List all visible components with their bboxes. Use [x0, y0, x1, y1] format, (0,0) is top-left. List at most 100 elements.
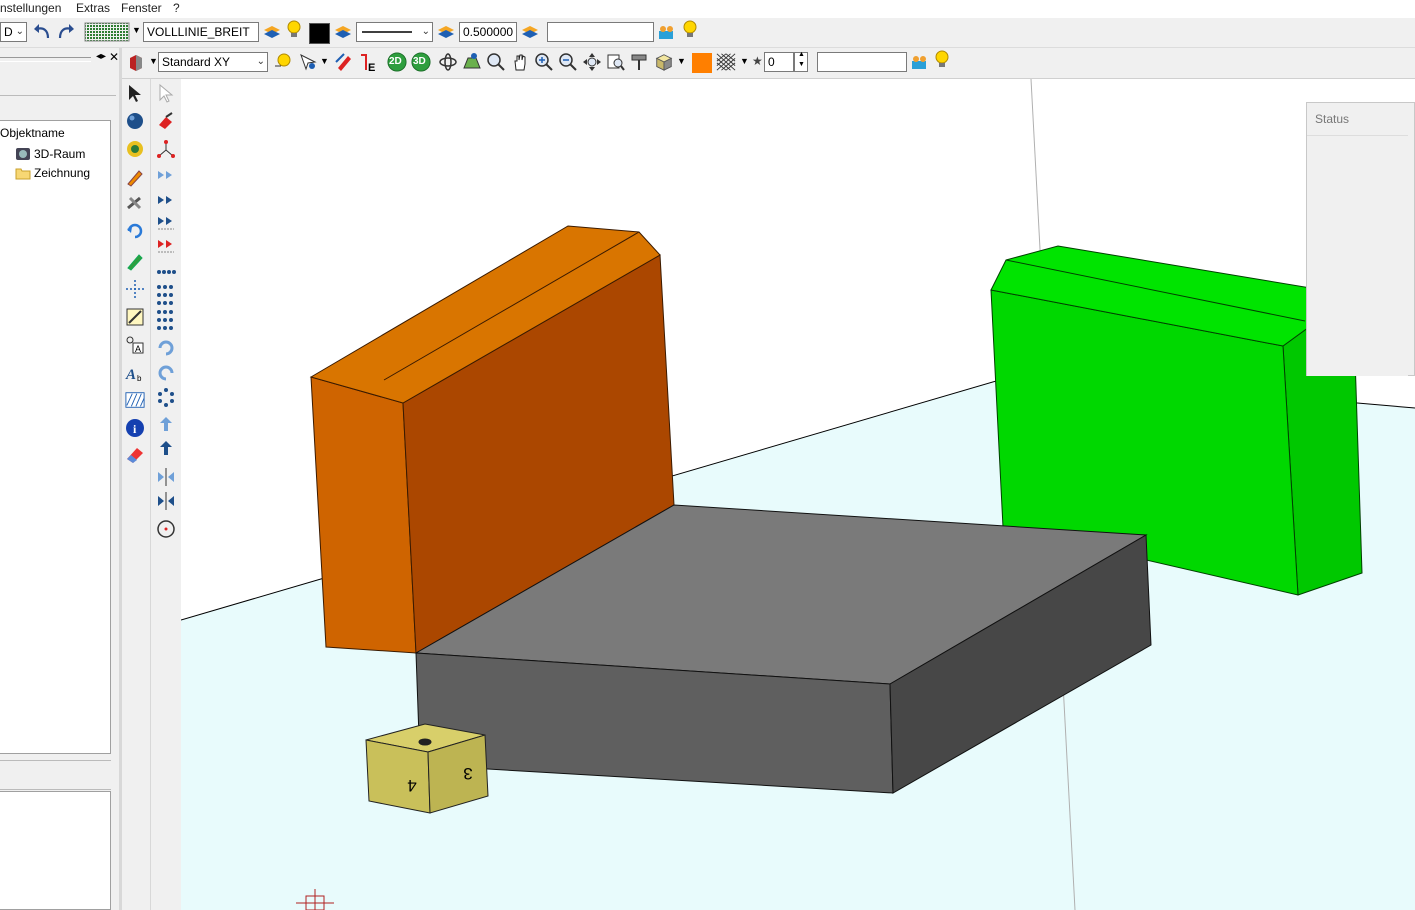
edit-e-icon[interactable]: E: [358, 52, 378, 72]
array-grid-dense-icon[interactable]: [156, 309, 176, 330]
chevron-down-icon: ⌄: [421, 26, 430, 37]
crosshair-dotted-icon[interactable]: [125, 279, 145, 299]
panel-tab-strip: [0, 760, 111, 790]
cube-icon: [16, 148, 30, 160]
hatch-icon[interactable]: [125, 390, 145, 410]
snap-tool-icon[interactable]: [298, 52, 318, 72]
layer-stack-icon[interactable]: [520, 22, 540, 42]
chevron-down-icon[interactable]: ▼: [677, 56, 686, 66]
sphere-icon[interactable]: [125, 111, 145, 131]
menu-extras[interactable]: Extras: [76, 1, 110, 15]
layer-stack-icon[interactable]: [436, 22, 456, 42]
extrude-up-icon[interactable]: [156, 439, 176, 459]
paint-roller-icon[interactable]: [630, 52, 650, 72]
view-direction-select[interactable]: Standard XY ⌄: [158, 52, 268, 72]
chevron-down-icon[interactable]: ▼: [149, 56, 158, 66]
rotate-icon[interactable]: [125, 221, 145, 241]
zoom-extents-icon[interactable]: [582, 52, 602, 72]
tree-item-3d-raum[interactable]: 3D-Raum: [15, 147, 85, 161]
color-swatch-orange[interactable]: [692, 53, 712, 73]
select-outline-icon[interactable]: [156, 83, 176, 103]
star-icon: ★: [752, 54, 763, 68]
pattern-swatch[interactable]: [84, 22, 130, 42]
green-pencil-icon[interactable]: [125, 251, 145, 271]
viewport-3d[interactable]: 4 3: [181, 79, 1415, 910]
menu-help[interactable]: ?: [173, 1, 180, 15]
move-dark-icon[interactable]: [156, 190, 176, 210]
tree-item-zeichnung[interactable]: Zeichnung: [15, 166, 90, 180]
menu-einstellungen[interactable]: nstellungen: [0, 1, 61, 15]
eraser-icon[interactable]: [125, 445, 145, 465]
color-swatch-black[interactable]: [309, 23, 330, 44]
svg-text:b: b: [137, 374, 142, 383]
target-circle-icon[interactable]: [156, 519, 176, 539]
mirror-icon[interactable]: [156, 491, 176, 511]
view-3d-button[interactable]: 3D: [411, 52, 431, 72]
scene-canvas: 4 3: [181, 79, 1415, 910]
pan-hand-icon[interactable]: [510, 52, 530, 72]
zoom-previous-icon[interactable]: [606, 52, 626, 72]
layer-stack-icon[interactable]: [333, 22, 353, 42]
text-block-icon[interactable]: A: [125, 335, 145, 355]
panel-arrows-icon[interactable]: ◂▸: [96, 51, 106, 62]
zoom-window-icon[interactable]: [486, 52, 506, 72]
copy-move-icon[interactable]: [156, 213, 176, 233]
redo-icon[interactable]: [56, 22, 76, 42]
counter-spinner[interactable]: ▲ ▼: [794, 51, 808, 72]
spin-down-icon[interactable]: ▼: [798, 61, 805, 68]
pattern-dropdown-icon[interactable]: ▼: [132, 25, 141, 35]
chevron-down-icon[interactable]: ▼: [320, 56, 329, 66]
column-header-objektname[interactable]: Objektname: [0, 126, 65, 140]
perspective-icon[interactable]: [462, 52, 482, 72]
text-style-icon[interactable]: Ab: [125, 363, 145, 383]
users-icon[interactable]: [657, 22, 677, 42]
brush-icon[interactable]: [156, 111, 176, 131]
chevron-down-icon[interactable]: ▼: [740, 56, 749, 66]
hatch-pattern-icon[interactable]: [716, 52, 736, 72]
radial-array-icon[interactable]: [156, 387, 176, 407]
move-light-icon[interactable]: [156, 165, 176, 185]
counter-field[interactable]: 0: [764, 52, 794, 72]
layer-stack-icon[interactable]: [262, 22, 282, 42]
info-icon[interactable]: i: [125, 418, 145, 438]
linetype-name-field[interactable]: VOLLLINIE_BREIT: [143, 22, 259, 42]
point-light-icon[interactable]: [272, 52, 292, 72]
menu-fenster[interactable]: Fenster: [121, 1, 162, 15]
lightbulb-icon[interactable]: [932, 50, 952, 70]
dimension-icon[interactable]: [125, 307, 145, 327]
array-row-icon[interactable]: [156, 262, 176, 282]
tools-icon[interactable]: [125, 193, 145, 213]
extrude-up-light-icon[interactable]: [156, 415, 176, 435]
close-icon[interactable]: ✕: [109, 50, 119, 64]
object-tree: Objektname 3D-Raum Zeichnung: [0, 120, 111, 754]
panel-gripper[interactable]: [0, 57, 91, 62]
color-wheel-icon[interactable]: [125, 139, 145, 159]
orbit-icon[interactable]: [438, 52, 458, 72]
users-icon[interactable]: [910, 52, 930, 72]
lightbulb-icon[interactable]: [680, 20, 700, 40]
vertical-toolbar-draw: A Ab i: [122, 79, 151, 910]
view-2d-button[interactable]: 2D: [387, 52, 407, 72]
view-combo[interactable]: D ⌄: [0, 22, 27, 42]
triangle-points-icon[interactable]: [156, 139, 176, 159]
linestyle-combo[interactable]: ⌄: [356, 22, 433, 42]
zoom-in-icon[interactable]: [534, 52, 554, 72]
property-text-field[interactable]: [547, 22, 654, 42]
pencil-icon[interactable]: [125, 167, 145, 187]
lightbulb-icon[interactable]: [284, 20, 304, 40]
rotate-ccw-icon[interactable]: [156, 363, 176, 383]
pen-red-icon[interactable]: [334, 52, 354, 72]
rotate-copy-icon[interactable]: [156, 338, 176, 358]
select-arrow-icon[interactable]: [125, 83, 145, 103]
view-text-field[interactable]: [817, 52, 907, 72]
line-width-field[interactable]: 0.500000: [459, 22, 517, 42]
undo-icon[interactable]: [32, 22, 52, 42]
array-grid-icon[interactable]: [156, 285, 176, 305]
spin-up-icon[interactable]: ▲: [798, 51, 805, 58]
render-cube-icon[interactable]: [654, 52, 674, 72]
mirror-light-icon[interactable]: [156, 467, 176, 487]
box-tool-icon[interactable]: [126, 52, 146, 72]
copy-move-red-icon[interactable]: [156, 236, 176, 256]
zoom-out-icon[interactable]: [558, 52, 578, 72]
view-3d-label: 3D: [413, 56, 426, 67]
